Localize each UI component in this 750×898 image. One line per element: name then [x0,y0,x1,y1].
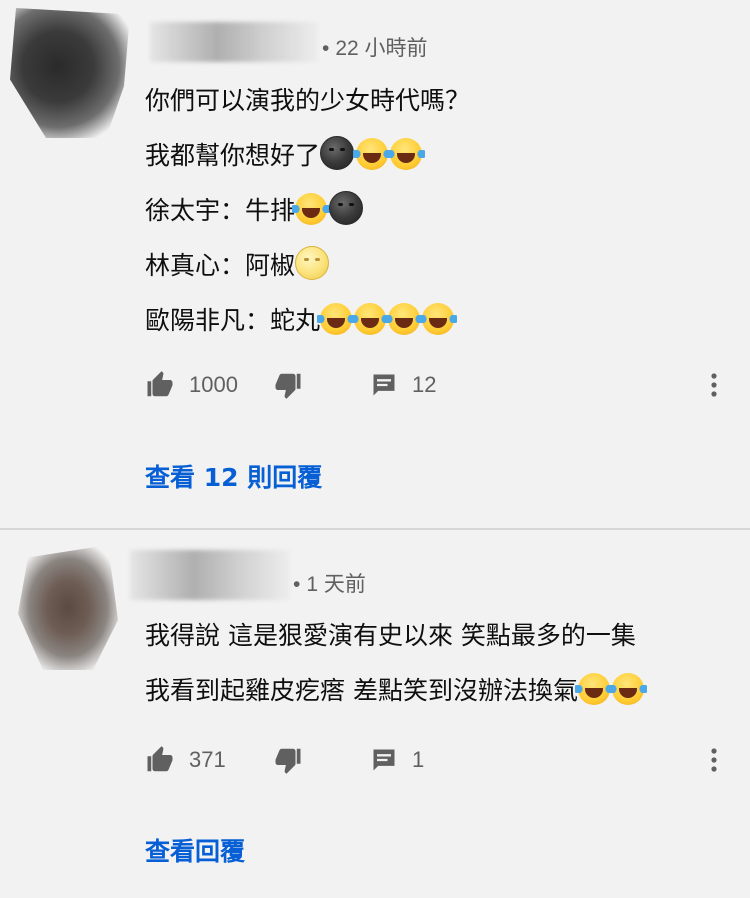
comment-icon [370,746,398,774]
comment-line: 你們可以演我的少女時代嗎？ [145,86,471,115]
more-vertical-icon [710,747,718,773]
timestamp-text: 22 小時前 [335,37,428,60]
comment-actions: 1000 12 [145,365,735,405]
comment-line: 我得說 這是狠愛演有史以來 笑點最多的一集 [145,621,636,650]
comment-body: 你們可以演我的少女時代嗎？ 我都幫你想好了 徐太宇：牛排 林真心：阿椒 歐陽非凡… [145,73,470,348]
new-moon-face-icon [320,136,355,170]
tears-of-joy-icon [574,673,613,705]
thumbs-up-icon [145,370,175,400]
full-moon-face-icon [295,246,330,280]
like-button[interactable]: 1000 [145,365,238,405]
new-moon-face-icon [329,191,364,225]
comment-line: 我看到起雞皮疙瘩 差點笑到沒辦法換氣 [145,663,647,718]
timestamp-text: 1 天前 [306,573,366,596]
comment-timestamp: • 1 天前 [293,568,366,598]
comment-line: 歐陽非凡：蛇丸 [145,293,470,348]
tears-of-joy-icon [353,138,392,170]
comment-body: 我得說 這是狠愛演有史以來 笑點最多的一集 我看到起雞皮疙瘩 差點笑到沒辦法換氣 [145,608,647,718]
separator-dot: • [293,573,301,596]
thumbs-up-icon [145,745,175,775]
comment-line: 林真心：阿椒 [145,238,470,293]
reply-button[interactable]: 12 [370,365,436,405]
view-replies-link[interactable]: 查看 12 則回覆 [145,458,322,494]
thumbs-down-icon [273,370,303,400]
view-replies-link[interactable]: 查看回覆 [145,832,245,868]
author-name-redacted[interactable] [130,550,290,600]
tears-of-joy-icon [419,303,458,335]
comment-thread: • 22 小時前 你們可以演我的少女時代嗎？ 我都幫你想好了 徐太宇：牛排 林真心… [0,0,750,528]
dislike-button[interactable] [273,365,303,405]
like-count: 1000 [189,372,238,397]
reply-count: 12 [412,372,437,397]
comment-thread: • 1 天前 我得說 這是狠愛演有史以來 笑點最多的一集 我看到起雞皮疙瘩 差點笑… [0,530,750,898]
comment-line: 我都幫你想好了 [145,128,470,183]
more-vertical-icon [710,372,718,398]
tears-of-joy-icon [385,303,424,335]
author-name-redacted[interactable] [150,22,318,62]
reply-count: 1 [412,747,425,772]
separator-dot: • [322,37,330,60]
tears-of-joy-icon [387,138,426,170]
like-button[interactable]: 371 [145,740,226,780]
like-count: 371 [189,747,226,772]
tears-of-joy-icon [292,193,331,225]
more-options-button[interactable] [703,365,725,405]
comment-line: 徐太宇：牛排 [145,183,470,238]
comment-timestamp: • 22 小時前 [322,32,428,62]
thumbs-down-icon [273,745,303,775]
comment-icon [370,371,398,399]
more-options-button[interactable] [703,740,725,780]
tears-of-joy-icon [317,303,356,335]
avatar[interactable] [10,8,130,138]
tears-of-joy-icon [351,303,390,335]
avatar[interactable] [18,545,118,670]
comment-actions: 371 1 [145,740,735,780]
dislike-button[interactable] [273,740,303,780]
reply-button[interactable]: 1 [370,740,424,780]
tears-of-joy-icon [608,673,647,705]
